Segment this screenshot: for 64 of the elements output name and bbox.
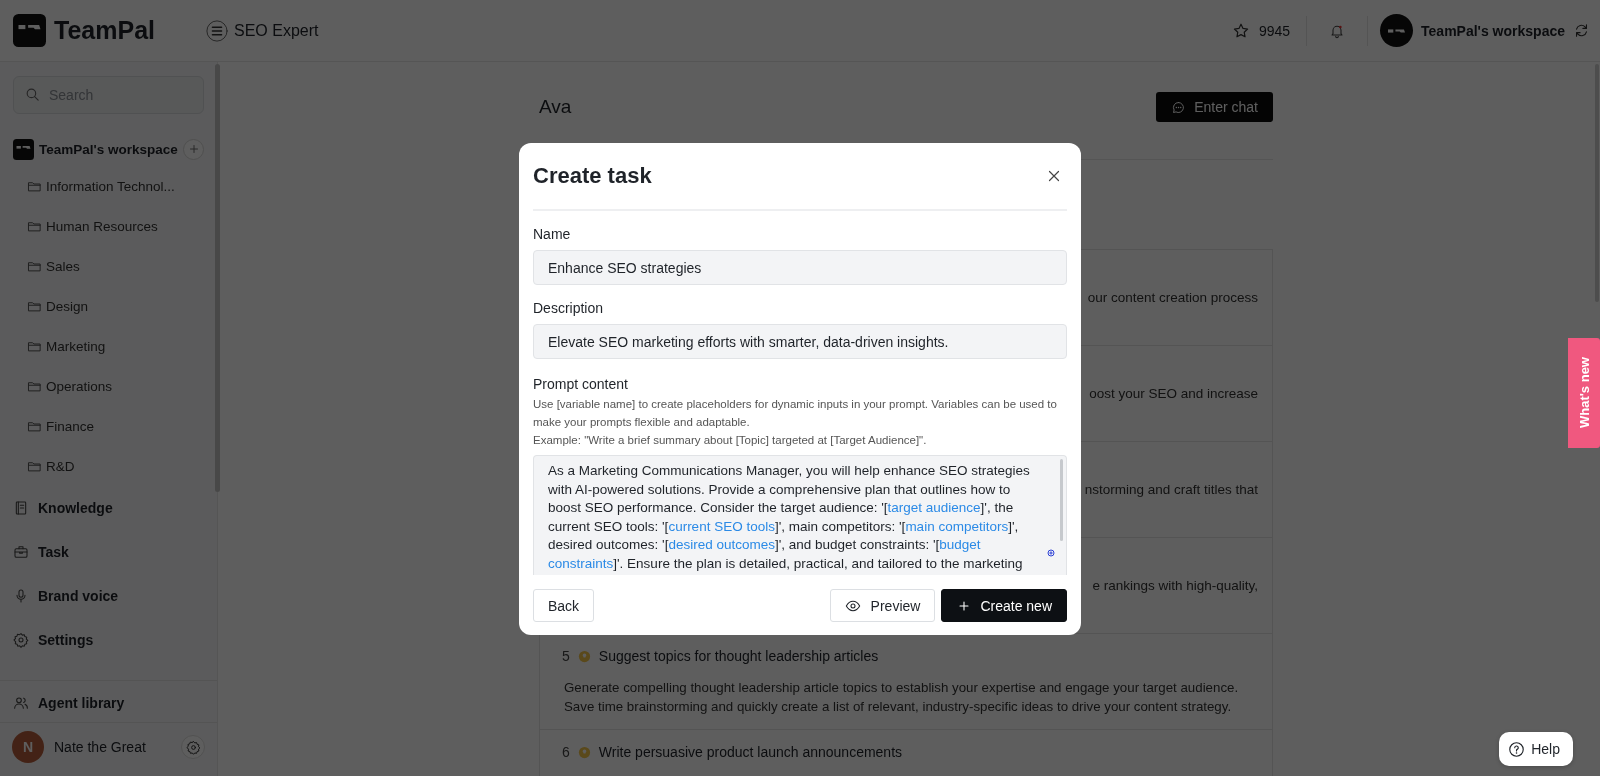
scrollbar[interactable] (1060, 459, 1063, 541)
field-label: Description (533, 300, 605, 316)
back-button[interactable]: Back (533, 589, 595, 622)
field-label: Name (533, 226, 572, 242)
nav-item[interactable]: Brand voice (38, 588, 119, 604)
add-button[interactable] (183, 138, 204, 160)
folder-item[interactable]: Information Technol... (46, 178, 175, 194)
page-title: SEO Expert (234, 21, 319, 40)
plus-circle-icon[interactable] (1047, 549, 1055, 557)
settings-button[interactable] (181, 735, 205, 759)
input-field[interactable]: Elevate SEO marketing efforts with smarter, data-driven insights. (533, 324, 1067, 359)
field-label: Prompt content (533, 376, 629, 392)
user-avatar: N (12, 731, 44, 763)
nav-item[interactable]: Agent library (38, 695, 125, 711)
logo-icon (1388, 28, 1406, 33)
nav-item[interactable]: Knowledge (38, 500, 113, 516)
help-button[interactable]: Help (1499, 732, 1573, 766)
whats-new-tab[interactable]: What's new (1568, 338, 1600, 448)
folder-item[interactable]: Sales (46, 258, 80, 274)
task-description: our content creation process (1087, 290, 1258, 305)
chat-icon (1171, 99, 1187, 115)
logo-icon (13, 14, 46, 47)
folder-item[interactable]: Operations (46, 378, 113, 394)
task-description: Generate compelling thought leadership article topics to establish your expertise and engage your target audience. Save time brainstorming and quickly create a list of relevant, industry-specific ideas to drive your content strategy. (564, 679, 1240, 716)
briefcase-icon (13, 544, 29, 560)
people-icon (13, 695, 29, 711)
folder-item[interactable]: Design (46, 298, 89, 314)
task-number: 5 (562, 648, 570, 664)
agent-name: Ava (539, 96, 572, 118)
settings-icon (13, 632, 29, 648)
create-button[interactable]: Create new (941, 589, 1067, 622)
nav-item[interactable]: Settings (38, 632, 94, 648)
user-name: Nate the Great (54, 739, 146, 755)
logo-icon (13, 138, 34, 160)
preview-button[interactable]: Preview (829, 589, 936, 622)
task-title[interactable]: Write persuasive product launch announcements (598, 744, 903, 760)
microphone-icon (13, 588, 29, 604)
input-field[interactable]: Enhance SEO strategies (533, 250, 1067, 285)
workspace-switcher[interactable]: TeamPal's workspace (1421, 22, 1565, 39)
folder-item[interactable]: Human Resources (46, 218, 158, 234)
prompt-text: As a Marketing Communications Manager, you will help enhance SEO strategies with AI-powered solutions. Provide a comprehensive plan that outlines how to boost SEO performance. Consider the target audience: '[target audience]', the current SEO tools: '[current SEO tools]', main competitors: '[main competitors]', desired outcomes: '[desired outcomes]', and budget constraints: '[budget constraints]'. Ensure the plan is detailed, practical, and tailored to the marketing (548, 462, 1031, 573)
help-text: Use [variable name] to create placeholders for dynamic inputs in your prompt. Variables can be used to make your prompts flexible and adaptable. (533, 397, 1058, 430)
help-icon (1508, 740, 1526, 758)
workspace-name[interactable]: TeamPal's workspace (39, 141, 178, 157)
task-number: 6 (562, 744, 570, 760)
folder-item[interactable]: R&D (46, 458, 75, 474)
nav-item[interactable]: Task (38, 544, 69, 560)
book-icon (13, 500, 29, 516)
swap-icon[interactable] (1573, 22, 1590, 39)
task-description: oost your SEO and increase (1089, 386, 1258, 401)
prompt-field[interactable] (533, 455, 1067, 575)
app-logo-text: TeamPal (54, 16, 155, 45)
dialog-title: Create task (533, 163, 652, 189)
settings-icon (185, 739, 201, 755)
folder-item[interactable]: Marketing (46, 338, 106, 354)
task-title[interactable]: Suggest topics for thought leadership articles (598, 648, 879, 664)
task-description: nstorming and craft titles that (1084, 482, 1258, 497)
star-icon (1231, 21, 1250, 40)
enter-chat-button[interactable]: Enter chat (1156, 92, 1273, 122)
menu-icon[interactable] (206, 19, 228, 42)
credit-count: 9945 (1258, 22, 1291, 39)
task-description: e rankings with high-quality, (1092, 578, 1258, 593)
help-text: Example: "Write a brief summary about [Topic] targeted at [Target Audience]". (533, 433, 928, 448)
folder-item[interactable]: Finance (46, 418, 95, 434)
